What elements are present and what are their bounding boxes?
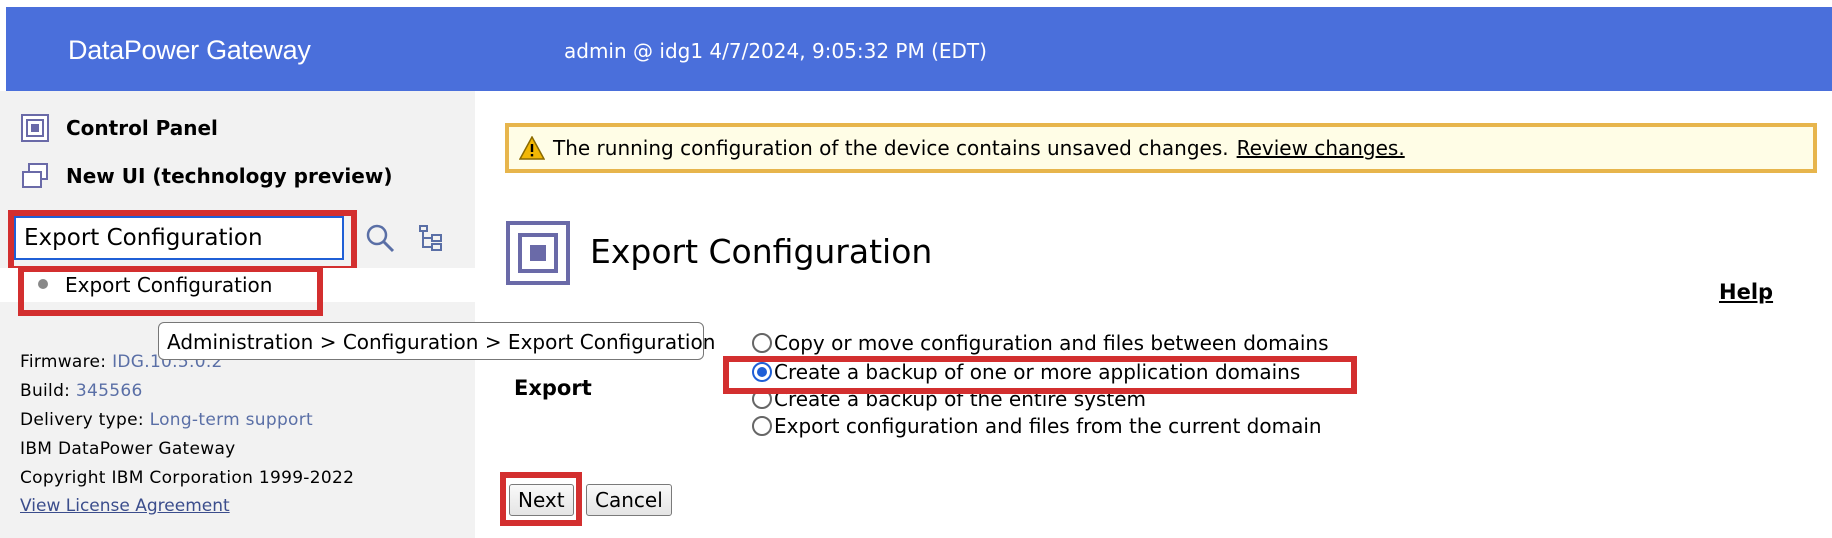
- unsaved-changes-alert: The running configuration of the device …: [505, 123, 1817, 173]
- new-ui-link[interactable]: New UI (technology preview): [20, 161, 392, 191]
- warning-icon: [518, 135, 546, 160]
- build-label: Build:: [20, 381, 71, 401]
- search-icon[interactable]: [364, 222, 396, 254]
- control-panel-label: Control Panel: [66, 116, 218, 140]
- control-panel-icon: [20, 113, 50, 143]
- new-ui-label: New UI (technology preview): [66, 164, 393, 188]
- delivery-value: Long-term support: [149, 410, 314, 430]
- option-highlight-box: [723, 356, 1357, 394]
- option-copy-move[interactable]: Copy or move configuration and files bet…: [752, 330, 1329, 356]
- page-title: Export Configuration: [590, 232, 933, 271]
- copyright-text: Copyright IBM Corporation 1999-2022: [20, 468, 355, 488]
- product-name: IBM DataPower Gateway: [20, 439, 236, 459]
- option-export-current[interactable]: Export configuration and files from the …: [752, 413, 1322, 439]
- view-license-link[interactable]: View License Agreement: [20, 496, 230, 516]
- new-window-icon: [20, 161, 50, 191]
- delivery-info: Delivery type: Long-term support: [20, 410, 313, 430]
- result-highlight-box: [18, 266, 323, 316]
- navigation-search-input[interactable]: [14, 216, 344, 260]
- export-field-label: Export: [514, 376, 592, 400]
- firmware-label: Firmware:: [20, 352, 107, 372]
- review-changes-link[interactable]: Review changes.: [1237, 136, 1405, 160]
- brand-title: DataPower Gateway: [68, 35, 311, 65]
- delivery-label: Delivery type:: [20, 410, 144, 430]
- cancel-button[interactable]: Cancel: [586, 484, 672, 516]
- top-header-bar: DataPower Gateway admin @ idg1 4/7/2024,…: [6, 7, 1832, 91]
- radio-export-current[interactable]: [752, 416, 772, 436]
- navigation-tree-icon[interactable]: [418, 224, 444, 252]
- user-session-info: admin @ idg1 4/7/2024, 9:05:32 PM (EDT): [564, 39, 987, 63]
- next-highlight-box: [500, 472, 582, 526]
- build-info: Build: 345566: [20, 381, 143, 401]
- export-configuration-icon: [506, 221, 570, 285]
- help-link[interactable]: Help: [1719, 280, 1773, 304]
- option-export-current-label: Export configuration and files from the …: [774, 414, 1322, 438]
- option-copy-move-label: Copy or move configuration and files bet…: [774, 331, 1329, 355]
- control-panel-link[interactable]: Control Panel: [20, 113, 218, 143]
- alert-message: The running configuration of the device …: [553, 136, 1229, 160]
- radio-copy-move[interactable]: [752, 333, 772, 353]
- build-value: 345566: [75, 381, 143, 401]
